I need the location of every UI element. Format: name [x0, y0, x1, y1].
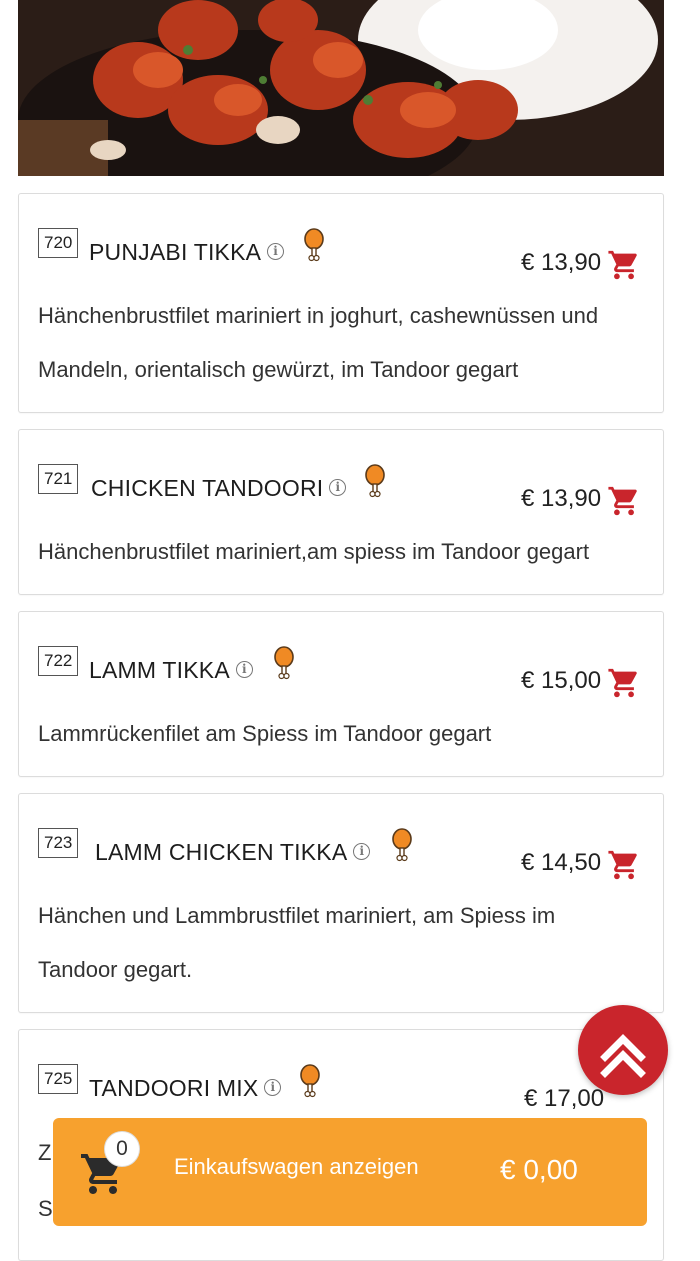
- item-number: 721: [38, 464, 79, 494]
- menu-item-card[interactable]: 723 LAMM CHICKEN TIKKA i € 14,50 Hänchen …: [18, 793, 664, 1013]
- item-title[interactable]: LAMM CHICKEN TIKKA i: [95, 839, 371, 866]
- chicken-leg-icon: [304, 228, 324, 262]
- info-icon[interactable]: i: [264, 1079, 282, 1097]
- item-description: Hänchen und Lammbrustfilet mariniert, am…: [38, 889, 661, 997]
- menu-item-card[interactable]: 720 PUNJABI TIKKA i € 13,90 Hänchenbrustf…: [18, 193, 664, 413]
- item-description-line: Hänchen und Lammbrustfilet mariniert, am…: [38, 903, 556, 928]
- item-price: € 13,90: [521, 249, 602, 276]
- view-cart-button[interactable]: Einkaufswagen anzeigen € 0,00: [53, 1118, 647, 1226]
- item-name: LAMM TIKKA: [89, 657, 230, 683]
- info-icon[interactable]: i: [329, 479, 347, 497]
- add-to-cart-icon[interactable]: [607, 484, 641, 518]
- item-title[interactable]: PUNJABI TIKKA i: [89, 239, 285, 266]
- menu-item-card[interactable]: 722 LAMM TIKKA i € 15,00 Lammrückenfilet …: [18, 611, 664, 777]
- info-icon[interactable]: i: [353, 843, 371, 861]
- item-number: 722: [38, 646, 79, 676]
- item-title[interactable]: LAMM TIKKA i: [89, 657, 253, 684]
- item-description: Lammrückenfilet am Spiess im Tandoor geg…: [38, 707, 661, 761]
- view-cart-label: Einkaufswagen anzeigen: [174, 1154, 419, 1179]
- item-price: € 14,50: [521, 849, 602, 876]
- item-title[interactable]: TANDOORI MIX i: [89, 1075, 282, 1102]
- add-to-cart-icon[interactable]: [607, 248, 641, 282]
- item-name: TANDOORI MIX: [89, 1075, 259, 1101]
- menu-item-card[interactable]: 721 CHICKEN TANDOORI i € 13,90 Hänchenbru…: [18, 429, 664, 595]
- item-name: LAMM CHICKEN TIKKA: [95, 839, 348, 865]
- item-description-fragment: S: [38, 1196, 53, 1221]
- item-description-fragment: Z: [38, 1140, 52, 1165]
- chicken-leg-icon: [392, 828, 412, 862]
- item-description-line: Tandoor gegart.: [38, 957, 193, 982]
- add-to-cart-icon[interactable]: [607, 848, 641, 882]
- add-to-cart-icon[interactable]: [607, 666, 641, 700]
- chicken-leg-icon: [274, 646, 294, 680]
- double-chevron-up-icon: [600, 1034, 646, 1078]
- item-title[interactable]: CHICKEN TANDOORI i: [91, 475, 347, 502]
- item-number: 725: [38, 1064, 79, 1094]
- item-description-line: Hänchenbrustfilet mariniert in joghurt, …: [38, 303, 599, 328]
- item-description: Hänchenbrustfilet mariniert,am spiess im…: [38, 525, 661, 579]
- item-price: € 13,90: [521, 485, 602, 512]
- item-description-line: Lammrückenfilet am Spiess im Tandoor geg…: [38, 721, 492, 746]
- item-name: CHICKEN TANDOORI: [91, 475, 324, 501]
- info-icon[interactable]: i: [267, 243, 285, 261]
- item-price: € 15,00: [521, 667, 602, 694]
- item-name: PUNJABI TIKKA: [89, 239, 262, 265]
- item-number: 723: [38, 828, 79, 858]
- chicken-leg-icon: [365, 464, 385, 498]
- scroll-to-top-button[interactable]: [578, 1005, 668, 1095]
- chicken-leg-icon: [300, 1064, 320, 1098]
- cart-total: € 0,00: [500, 1154, 578, 1185]
- item-description-line: Hänchenbrustfilet mariniert,am spiess im…: [38, 539, 590, 564]
- item-description-line: Mandeln, orientalisch gewürzt, im Tandoo…: [38, 357, 519, 382]
- info-icon[interactable]: i: [235, 661, 253, 679]
- hero-food-image: [18, 0, 664, 176]
- item-description: Hänchenbrustfilet mariniert in joghurt, …: [38, 289, 661, 397]
- cart-count-badge: 0: [104, 1131, 140, 1167]
- item-number: 720: [38, 228, 79, 258]
